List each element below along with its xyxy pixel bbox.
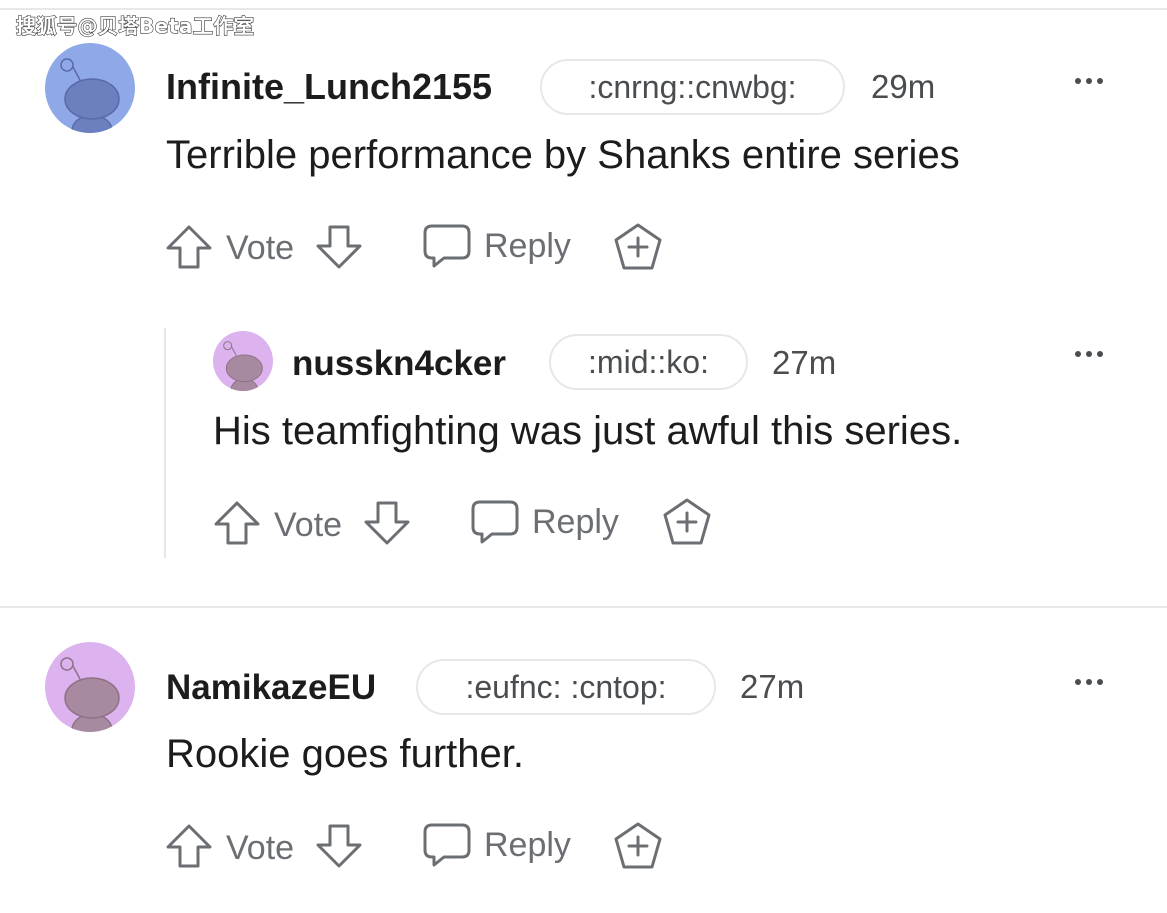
timestamp: 27m xyxy=(772,344,837,381)
reply-button[interactable]: Reply xyxy=(484,227,571,266)
more-options-button[interactable] xyxy=(1075,351,1103,357)
comment-body: Terrible performance by Shanks entire se… xyxy=(166,133,960,177)
arrow-up-outline-icon[interactable] xyxy=(165,224,213,270)
add-award-icon[interactable] xyxy=(612,821,664,871)
username[interactable]: nusskn4cker xyxy=(292,344,506,384)
arrow-down-outline-icon[interactable] xyxy=(315,224,363,270)
more-options-button[interactable] xyxy=(1075,78,1103,84)
arrow-down-outline-icon[interactable] xyxy=(315,823,363,869)
comment-body: Rookie goes further. xyxy=(166,732,524,776)
snoo-avatar-icon[interactable] xyxy=(45,642,135,732)
speech-bubble-icon[interactable] xyxy=(422,223,472,269)
watermark-text: 搜狐号@贝塔Beta工作室 xyxy=(15,13,255,38)
top-divider xyxy=(0,8,1167,10)
arrow-up-outline-icon[interactable] xyxy=(213,500,261,546)
vote-label: Vote xyxy=(226,229,295,267)
comment-divider xyxy=(0,606,1167,608)
add-award-icon[interactable] xyxy=(612,222,664,272)
speech-bubble-icon[interactable] xyxy=(422,822,472,868)
vote-label: Vote xyxy=(226,829,295,867)
user-flair: :mid::ko: xyxy=(549,334,748,390)
timestamp: 27m xyxy=(740,668,805,705)
ellipsis-icon xyxy=(1075,351,1081,357)
user-flair: :cnrng::cnwbg: xyxy=(540,59,845,115)
ellipsis-icon xyxy=(1075,679,1081,685)
snoo-avatar-icon[interactable] xyxy=(213,331,273,391)
add-award-icon[interactable] xyxy=(661,497,713,547)
user-flair: :eufnc: :cntop: xyxy=(416,659,716,715)
timestamp: 29m xyxy=(871,68,936,105)
username[interactable]: Infinite_Lunch2155 xyxy=(166,66,492,108)
speech-bubble-icon[interactable] xyxy=(470,499,520,545)
vote-label: Vote xyxy=(274,506,343,544)
arrow-up-outline-icon[interactable] xyxy=(165,823,213,869)
more-options-button[interactable] xyxy=(1075,679,1103,685)
arrow-down-outline-icon[interactable] xyxy=(363,500,411,546)
ellipsis-icon xyxy=(1075,78,1081,84)
comment-body: His teamfighting was just awful this ser… xyxy=(213,409,963,453)
username[interactable]: NamikazeEU xyxy=(166,668,376,708)
reply-button[interactable]: Reply xyxy=(532,503,619,542)
reply-button[interactable]: Reply xyxy=(484,826,571,865)
snoo-avatar-icon[interactable] xyxy=(45,43,135,133)
thread-line[interactable] xyxy=(164,328,166,558)
